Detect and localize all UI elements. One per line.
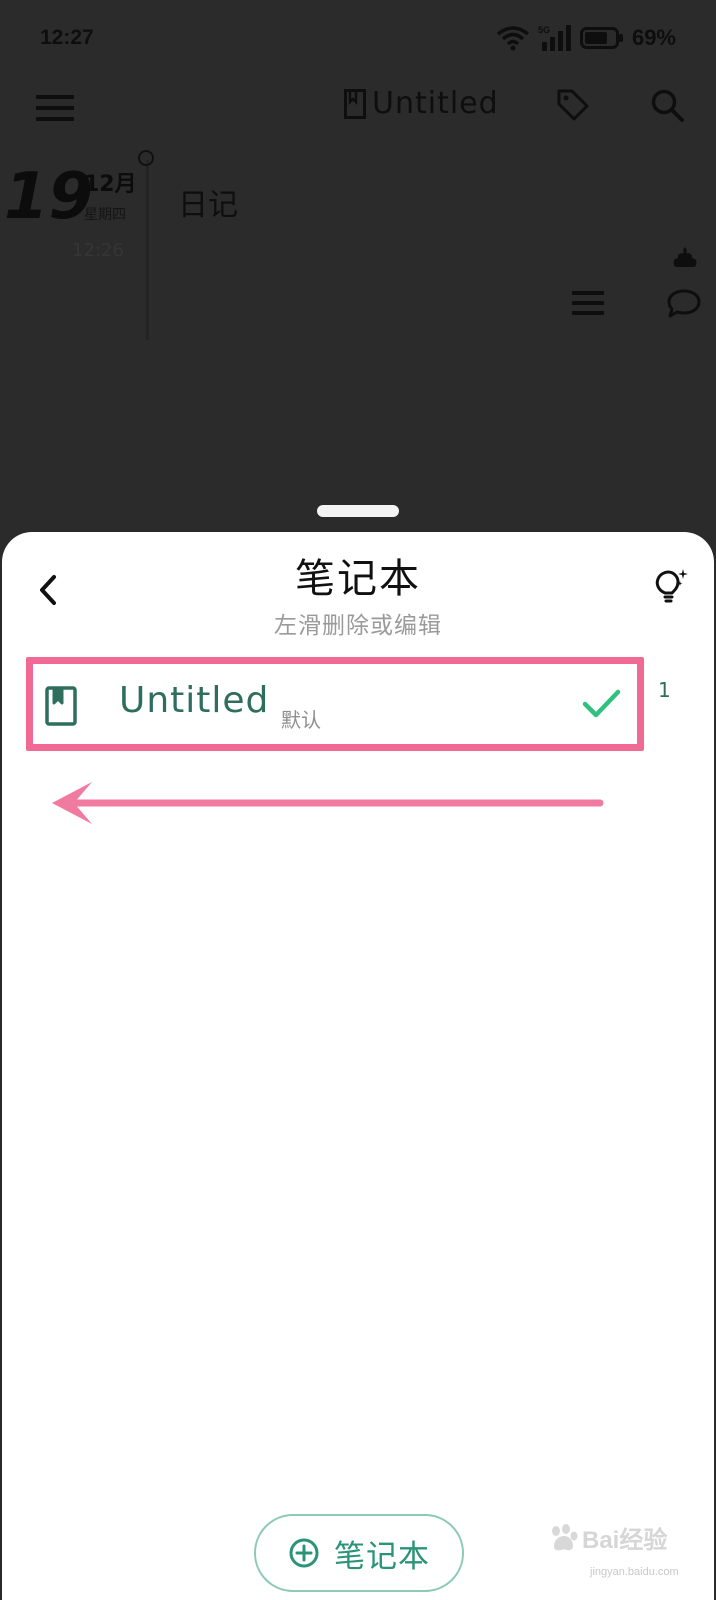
add-notebook-label: 笔记本 (334, 1538, 430, 1575)
entry-time: 12:26 (72, 240, 124, 261)
background-notebook-selector: Untitled (344, 86, 499, 121)
signal-icon: 5G (538, 25, 571, 51)
watermark-url: jingyan.baidu.com (590, 1566, 679, 1578)
paw-icon (552, 1523, 578, 1550)
status-indicators: 5G 69% (496, 24, 676, 52)
timeline-dot (138, 150, 154, 166)
entry-title: 日记 (178, 188, 238, 223)
watermark: Bai经验 (548, 1520, 667, 1555)
sheet-drag-handle[interactable] (317, 505, 399, 517)
sheet-subtitle: 左滑删除或编辑 (274, 613, 442, 639)
status-bar: 12:27 5G 69% (0, 0, 716, 80)
entry-month: 12月 (84, 172, 137, 197)
timeline-line (146, 160, 149, 340)
notebook-entry-count: 1 (658, 678, 671, 702)
network-label: 5G (538, 25, 550, 35)
entry-weekday: 星期四 (84, 207, 126, 223)
notebook-list-item[interactable]: Untitled 默认 (26, 657, 644, 751)
watermark-text: Bai经验 (582, 1527, 668, 1554)
search-icon (651, 89, 684, 122)
tag-icon (557, 89, 589, 121)
swipe-left-arrow-icon (52, 782, 604, 824)
list-icon (572, 291, 604, 315)
notebook-icon (45, 686, 77, 726)
status-time: 12:27 (40, 26, 94, 49)
menu-icon (36, 95, 74, 121)
sheet-title: 笔记本 (295, 556, 421, 602)
wifi-icon (496, 26, 530, 51)
notebook-sheet: 笔记本 左滑删除或编辑 Untitled 默认 1 笔记本 (2, 532, 714, 1600)
battery-icon (579, 27, 623, 49)
background-toolbar: Untitled (0, 80, 716, 140)
default-badge: 默认 (281, 708, 321, 732)
lightbulb-icon[interactable] (650, 566, 690, 606)
entry-day: 19 (4, 160, 94, 234)
battery-percent: 69% (631, 25, 676, 50)
background-notebook-title: Untitled (372, 86, 499, 121)
mood-icon (673, 247, 697, 267)
check-icon (582, 689, 621, 718)
add-notebook-button[interactable]: 笔记本 (254, 1514, 464, 1592)
notebook-title: Untitled (119, 680, 270, 721)
plus-circle-icon (289, 1538, 319, 1568)
background-app: 12:27 5G 69% Untitled 19 12月 星期四 12:26 日… (0, 0, 716, 540)
book-icon (344, 88, 366, 119)
comment-icon (667, 289, 701, 318)
